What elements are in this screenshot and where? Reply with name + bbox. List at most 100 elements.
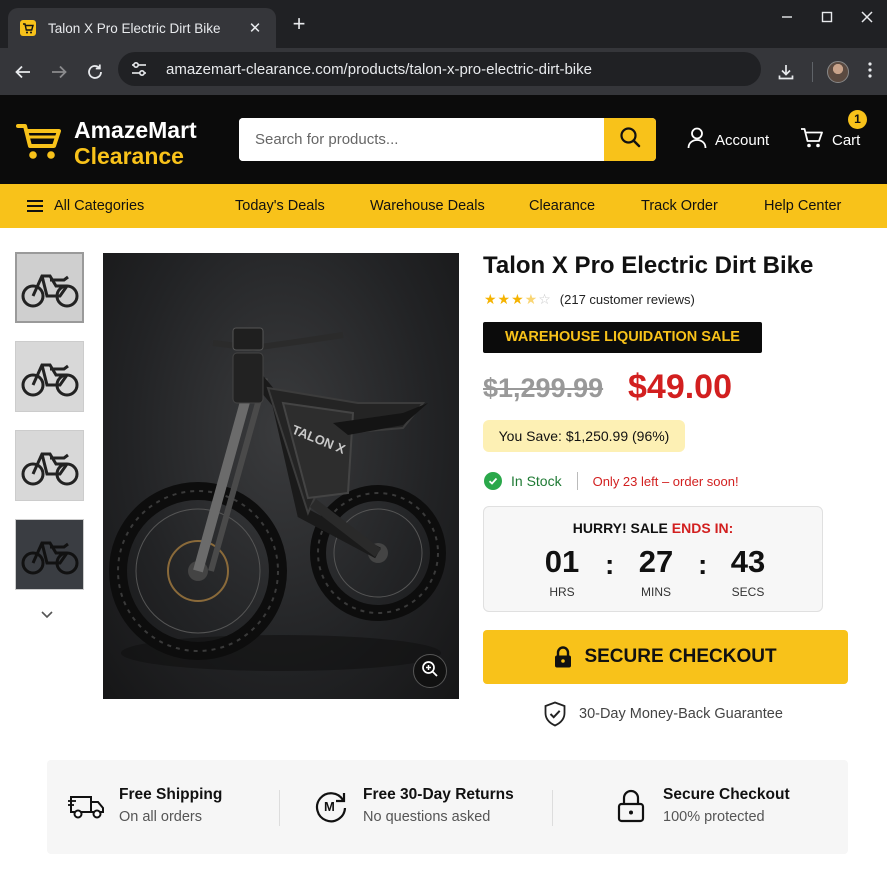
search-button[interactable] — [604, 118, 656, 161]
logo-text-primary: AmazeMart — [74, 117, 197, 143]
chevron-down-icon[interactable] — [40, 607, 54, 625]
tab-close-icon[interactable]: ✕ — [246, 19, 264, 37]
feature-title: Secure Checkout — [663, 786, 790, 803]
lock-icon — [554, 646, 572, 668]
nav-item-todays-deals[interactable]: Today's Deals — [235, 198, 325, 214]
truck-icon — [67, 786, 107, 826]
timer-seconds-value: 43 — [730, 544, 766, 579]
shield-check-icon — [543, 701, 567, 727]
site-header: AmazeMart Clearance Account Cart 1 — [0, 95, 887, 184]
timer-hours-label: HRS — [549, 585, 575, 599]
secure-checkout-button[interactable]: SECURE CHECKOUT — [483, 630, 848, 684]
countdown-timer: HURRY! SALE ENDS IN: 01 HRS : 27 MINS : … — [483, 506, 823, 612]
stock-status: In Stock Only 23 left – order soon! — [484, 472, 739, 490]
maximize-icon[interactable] — [807, 10, 847, 28]
timer-heading-suffix: ENDS IN: — [671, 520, 734, 536]
feature-subtitle: On all orders — [119, 809, 203, 825]
guarantee-label: 30-Day Money-Back Guarantee — [579, 706, 783, 722]
all-categories-menu[interactable]: All Categories — [27, 197, 144, 215]
search-icon — [619, 126, 641, 153]
sale-banner: WAREHOUSE LIQUIDATION SALE — [483, 322, 762, 353]
browser-toolbar: amazemart-clearance.com/products/talon-x… — [0, 48, 887, 95]
all-categories-label: All Categories — [54, 198, 145, 214]
browser-tab[interactable]: Talon X Pro Electric Dirt Bike ✕ — [8, 8, 276, 48]
timer-heading: HURRY! SALE ENDS IN: — [484, 520, 822, 536]
returns-icon: M — [311, 786, 351, 826]
feature-divider — [552, 790, 553, 826]
tab-strip: Talon X Pro Electric Dirt Bike ✕ + — [0, 0, 887, 48]
cart-label: Cart — [832, 131, 861, 149]
minimize-icon[interactable] — [767, 10, 807, 28]
zoom-button[interactable] — [413, 654, 447, 688]
address-bar[interactable]: amazemart-clearance.com/products/talon-x… — [118, 52, 761, 86]
cart-link[interactable]: Cart 1 — [800, 110, 867, 153]
category-nav: All Categories Today's Deals Warehouse D… — [0, 184, 887, 228]
nav-item-track-order[interactable]: Track Order — [641, 198, 718, 214]
stock-divider — [576, 472, 578, 490]
timer-heading-prefix: HURRY! SALE — [572, 520, 668, 536]
toolbar-actions — [774, 54, 877, 90]
site-info-icon[interactable] — [130, 61, 156, 77]
account-label: Account — [715, 131, 770, 149]
tab-title: Talon X Pro Electric Dirt Bike — [48, 20, 221, 36]
product-title: Talon X Pro Electric Dirt Bike — [483, 252, 814, 279]
forward-arrow-icon[interactable] — [41, 54, 77, 90]
checkout-label: SECURE CHECKOUT — [584, 646, 777, 667]
shopping-cart-logo-icon — [16, 120, 62, 167]
in-stock-label: In Stock — [511, 473, 562, 489]
search-bar — [239, 118, 656, 161]
timer-seconds: 43 SECS — [718, 544, 778, 599]
profile-avatar[interactable] — [827, 61, 849, 83]
svg-text:M: M — [324, 799, 335, 814]
back-arrow-icon[interactable] — [5, 54, 41, 90]
thumbnail-4[interactable] — [15, 519, 84, 590]
padlock-icon — [611, 786, 651, 826]
cart-favicon-icon — [20, 20, 36, 36]
user-icon — [687, 127, 707, 153]
url-text: amazemart-clearance.com/products/talon-x… — [166, 60, 592, 78]
search-input[interactable] — [239, 118, 604, 161]
thumbnail-3[interactable] — [15, 430, 84, 501]
thumbnail-2[interactable] — [15, 341, 84, 412]
feature-secure-checkout: Secure Checkout 100% protected — [611, 786, 790, 826]
feature-title: Free Shipping — [119, 786, 223, 803]
account-link[interactable]: Account — [687, 127, 769, 153]
site-logo[interactable]: AmazeMart Clearance — [16, 119, 197, 168]
original-price: $1,299.99 — [483, 373, 604, 403]
timer-colon: : — [698, 549, 708, 580]
product-main-image[interactable]: TALON X — [103, 253, 459, 699]
zoom-in-icon — [421, 660, 439, 683]
money-back-guarantee: 30-Day Money-Back Guarantee — [543, 701, 783, 727]
feature-free-returns: M Free 30-Day Returns No questions asked — [311, 786, 514, 826]
thumbnail-1[interactable] — [15, 252, 84, 323]
close-window-icon[interactable] — [847, 10, 887, 28]
feature-subtitle: No questions asked — [363, 809, 491, 825]
timer-minutes-value: 27 — [638, 544, 674, 579]
reload-icon[interactable] — [77, 54, 113, 90]
feature-strip: Free Shipping On all orders M Free 30-Da… — [47, 760, 848, 854]
sale-price: $49.00 — [628, 368, 732, 406]
cart-icon — [800, 127, 824, 153]
toolbar-divider — [812, 62, 813, 82]
savings-badge: You Save: $1,250.99 (96%) — [483, 420, 685, 452]
feature-title: Free 30-Day Returns — [363, 786, 514, 803]
browser-menu-icon[interactable] — [863, 61, 877, 83]
download-icon[interactable] — [774, 54, 798, 90]
new-tab-button[interactable]: + — [288, 12, 310, 36]
nav-item-help-center[interactable]: Help Center — [764, 198, 841, 214]
cart-count-badge: 1 — [848, 110, 867, 129]
rating-stars-icon: ★★★★☆ — [484, 291, 552, 307]
timer-minutes-label: MINS — [641, 585, 671, 599]
low-stock-warning: Only 23 left – order soon! — [592, 473, 739, 489]
product-rating[interactable]: ★★★★☆ (217 customer reviews) — [484, 291, 695, 308]
dirt-bike-illustration: TALON X — [109, 327, 446, 671]
timer-minutes: 27 MINS — [626, 544, 686, 599]
nav-item-clearance[interactable]: Clearance — [529, 198, 595, 214]
feature-subtitle: 100% protected — [663, 809, 765, 825]
nav-item-warehouse-deals[interactable]: Warehouse Deals — [370, 198, 485, 214]
hamburger-menu-icon — [27, 197, 43, 215]
timer-seconds-label: SECS — [731, 585, 765, 599]
timer-hours-value: 01 — [544, 544, 580, 579]
feature-free-shipping: Free Shipping On all orders — [67, 786, 222, 826]
window-controls — [767, 10, 887, 28]
